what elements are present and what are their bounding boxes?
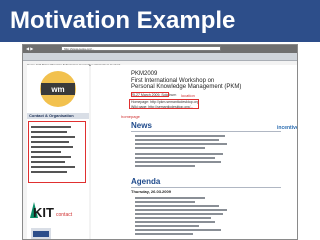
kit-logo: KIT bbox=[33, 205, 54, 220]
text-line bbox=[31, 141, 69, 143]
text-line bbox=[135, 221, 215, 223]
text-line bbox=[31, 161, 65, 163]
text-line bbox=[31, 166, 75, 168]
text-line bbox=[135, 233, 193, 235]
bookmarks-bar: Home Call Dates Program Submission Commi… bbox=[23, 53, 297, 67]
agenda-heading: Agenda bbox=[131, 177, 161, 186]
news-heading: News bbox=[131, 121, 152, 130]
wm2009-logo: wm bbox=[40, 71, 76, 107]
svg-text:wm: wm bbox=[50, 85, 64, 94]
text-line bbox=[135, 153, 223, 155]
text-line bbox=[135, 217, 211, 219]
address-bar[interactable]: http://www.gesia.org/... bbox=[61, 46, 221, 51]
contact-annotation: contact bbox=[56, 212, 73, 218]
text-line bbox=[135, 157, 215, 159]
agenda-day: Thursday, 26.03.2009 bbox=[131, 189, 171, 194]
text-line bbox=[135, 205, 219, 207]
text-line bbox=[31, 126, 71, 128]
text-line bbox=[135, 165, 195, 167]
text-line bbox=[31, 146, 73, 148]
browser-screenshot: ◀ ▶ http://www.gesia.org/... Home Call D… bbox=[22, 44, 298, 240]
nav-arrows-icon[interactable]: ◀ ▶ bbox=[26, 46, 33, 51]
homepage-highlight bbox=[129, 99, 199, 109]
text-line bbox=[135, 197, 205, 199]
text-line bbox=[135, 161, 221, 163]
main-content: PKM2009 First International Workshop on … bbox=[91, 65, 298, 239]
text-line bbox=[135, 209, 227, 211]
text-line bbox=[31, 151, 61, 153]
text-line bbox=[31, 136, 75, 138]
text-line bbox=[135, 139, 219, 141]
sidebar: wm Contact & Organisation KIT contact bbox=[27, 65, 89, 239]
text-line bbox=[135, 143, 227, 145]
text-line bbox=[135, 147, 205, 149]
text-line bbox=[135, 229, 221, 231]
homepage-annotation: homepage bbox=[121, 114, 140, 119]
text-line bbox=[135, 225, 199, 227]
slide-title: Motivation Example bbox=[0, 0, 320, 42]
text-line bbox=[31, 171, 67, 173]
browser-titlebar: ◀ ▶ http://www.gesia.org/... bbox=[23, 45, 297, 53]
location-annotation: location bbox=[181, 93, 195, 98]
text-line bbox=[135, 135, 225, 137]
text-line bbox=[135, 201, 195, 203]
contact-box bbox=[28, 121, 86, 183]
text-line bbox=[135, 213, 223, 215]
contact-header: Contact & Organisation bbox=[27, 113, 89, 119]
page-heading: PKM2009 First International Workshop on … bbox=[131, 71, 241, 91]
text-line bbox=[31, 156, 71, 158]
text-line bbox=[31, 131, 67, 133]
partner-logo: incentive bbox=[277, 125, 298, 131]
heading-line: Personal Knowledge Management (PKM) bbox=[131, 84, 242, 90]
divider bbox=[131, 131, 281, 132]
date-highlight bbox=[131, 92, 169, 97]
divider bbox=[131, 187, 281, 188]
fzi-logo-icon bbox=[31, 228, 51, 239]
